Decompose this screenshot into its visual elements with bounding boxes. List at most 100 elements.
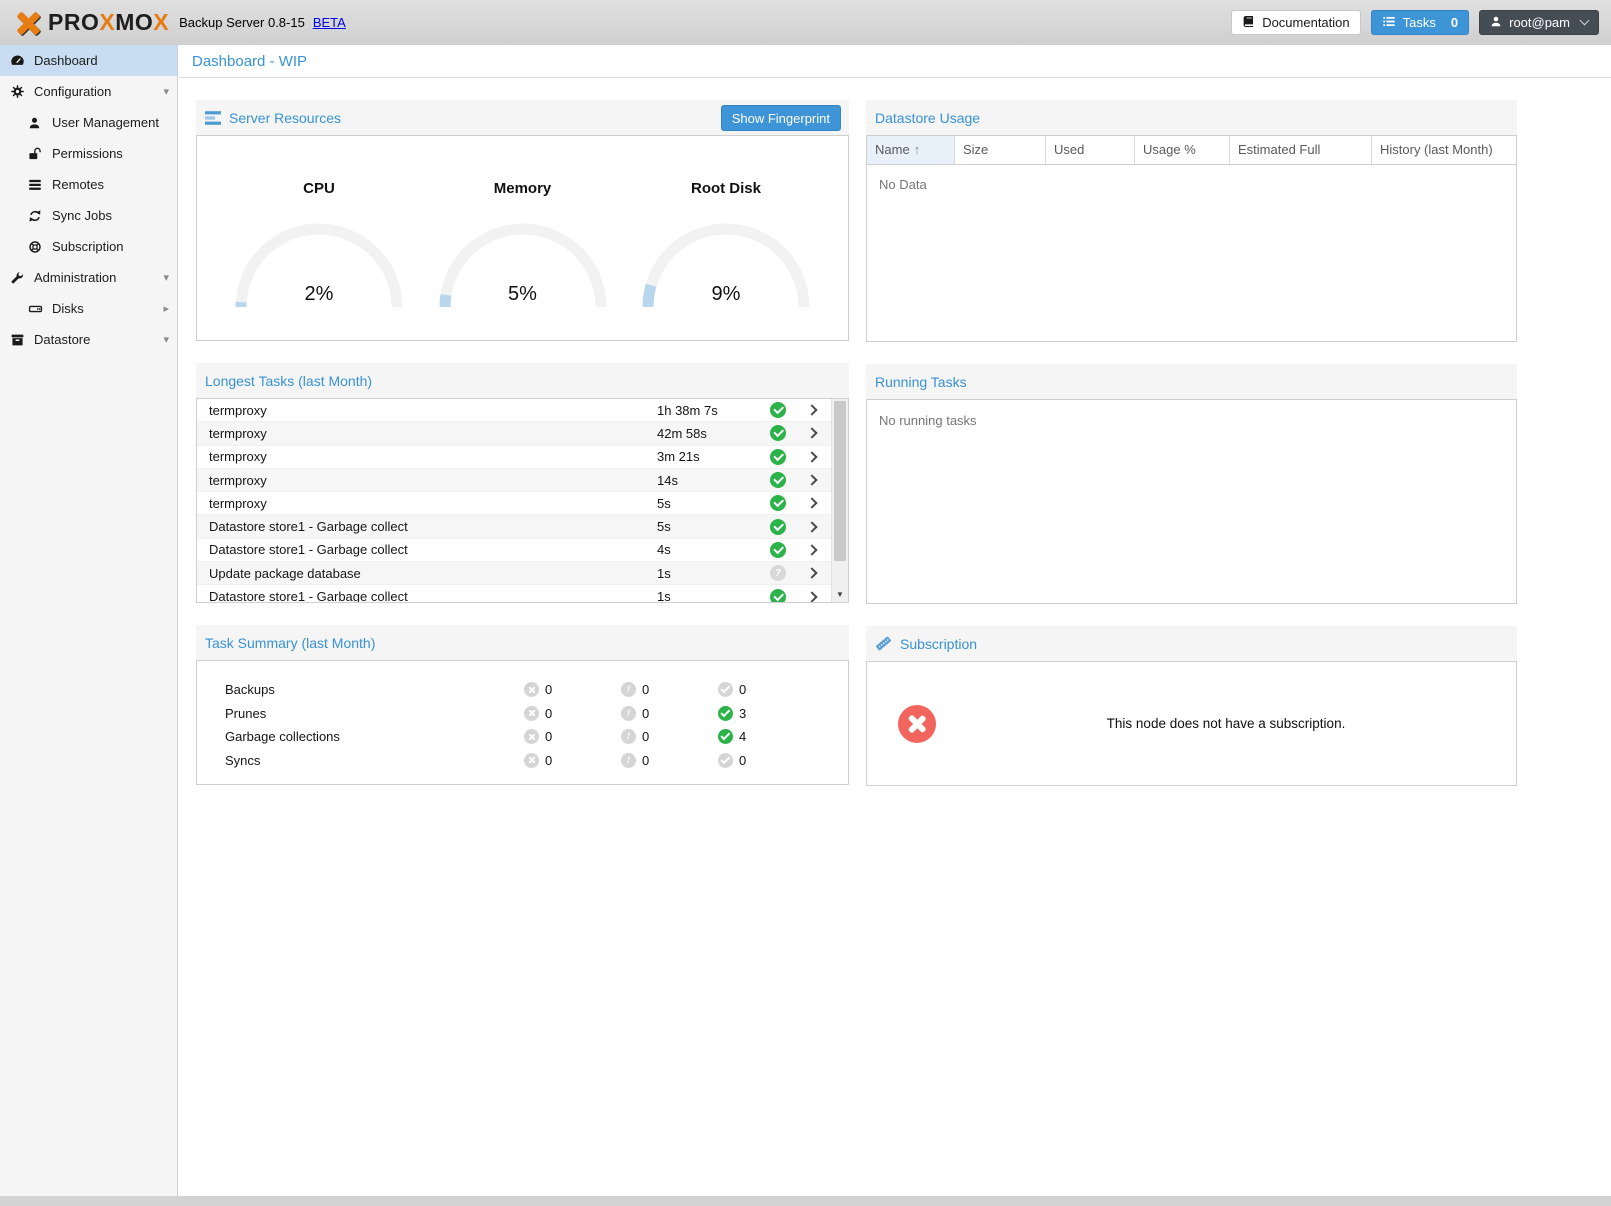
error-count: 0 <box>545 729 552 744</box>
wrench-icon <box>10 270 27 286</box>
user-icon <box>1490 15 1502 31</box>
column-header-history[interactable]: History (last Month) <box>1372 136 1516 164</box>
task-duration: 4s <box>657 542 763 557</box>
task-name: Datastore store1 - Garbage collect <box>209 589 657 603</box>
summary-row: Garbage collections 0 !0 4 <box>197 725 848 749</box>
proxmox-x-mark-icon <box>12 9 42 37</box>
warning-count: 0 <box>642 753 649 768</box>
task-duration: 14s <box>657 473 763 488</box>
tasks-count-badge: 0 <box>1451 15 1458 30</box>
summary-row: Backups 0 !0 0 <box>197 678 848 702</box>
ok-count: 0 <box>739 753 746 768</box>
server-resources-panel: Server Resources Show Fingerprint CPU <box>196 100 849 341</box>
warning-count: 0 <box>642 682 649 697</box>
panel-title: Task Summary (last Month) <box>205 635 375 651</box>
task-row[interactable]: Datastore store1 - Garbage collect 5s <box>197 515 848 538</box>
sidebar-item-remotes[interactable]: Remotes <box>0 169 177 200</box>
chevron-right-icon[interactable] <box>806 521 817 532</box>
panel-title: Running Tasks <box>875 374 967 390</box>
chevron-right-icon[interactable] <box>806 451 817 462</box>
documentation-button[interactable]: Documentation <box>1231 10 1360 35</box>
chevron-right-icon[interactable] <box>806 544 817 555</box>
sidebar-item-sync-jobs[interactable]: Sync Jobs <box>0 200 177 231</box>
expand-arrow-icon: ▾ <box>163 85 169 98</box>
longest-tasks-panel: Longest Tasks (last Month) termproxy 1h … <box>196 363 849 603</box>
status-ok-icon <box>770 449 786 465</box>
chevron-right-icon[interactable] <box>806 474 817 485</box>
user-icon <box>28 115 45 131</box>
scrollbar-thumb[interactable] <box>834 401 846 561</box>
gauge-root-disk: Root Disk 9% <box>626 180 826 340</box>
dashboard-content: Server Resources Show Fingerprint CPU <box>179 78 1611 786</box>
sidebar-item-subscription[interactable]: Subscription <box>0 231 177 262</box>
status-ok-icon <box>770 425 786 441</box>
product-title: Backup Server 0.8-15 <box>179 15 305 30</box>
warning-count: 0 <box>642 706 649 721</box>
sidebar-item-administration[interactable]: Administration ▾ <box>0 262 177 293</box>
vertical-scrollbar[interactable]: ▼ <box>831 399 848 602</box>
tachometer-icon <box>10 53 27 69</box>
summary-row-label: Garbage collections <box>225 729 524 744</box>
task-duration: 1s <box>657 566 763 581</box>
refresh-icon <box>28 208 45 224</box>
sidebar-item-dashboard[interactable]: Dashboard <box>0 45 177 76</box>
chevron-right-icon[interactable] <box>806 591 817 602</box>
chevron-down-icon <box>1580 16 1590 26</box>
task-name: termproxy <box>209 473 657 488</box>
error-count: 0 <box>545 753 552 768</box>
task-name: termproxy <box>209 496 657 511</box>
table-header-row: Name↑ Size Used Usage % Estimated Full H… <box>867 136 1516 165</box>
show-fingerprint-button[interactable]: Show Fingerprint <box>721 105 841 131</box>
chevron-right-icon[interactable] <box>806 428 817 439</box>
status-ok-icon <box>770 472 786 488</box>
panel-title: Subscription <box>900 636 977 652</box>
column-header-usage-pct[interactable]: Usage % <box>1135 136 1230 164</box>
gauge-value: 9% <box>638 283 814 306</box>
task-row[interactable]: Update package database 1s ? <box>197 562 848 585</box>
ok-count: 4 <box>739 729 746 744</box>
expand-arrow-icon: ▾ <box>163 333 169 346</box>
error-icon <box>524 753 539 768</box>
no-subscription-icon <box>898 705 936 743</box>
error-count: 0 <box>545 706 552 721</box>
task-duration: 3m 21s <box>657 449 763 464</box>
scrollbar-down-button[interactable]: ▼ <box>832 587 848 602</box>
sidebar-item-configuration[interactable]: Configuration ▾ <box>0 76 177 107</box>
column-header-estimated-full[interactable]: Estimated Full <box>1230 136 1372 164</box>
beta-link[interactable]: BETA <box>313 15 346 30</box>
summary-row-label: Syncs <box>225 753 524 768</box>
gauge-value: 5% <box>435 283 611 306</box>
column-header-size[interactable]: Size <box>955 136 1046 164</box>
chevron-right-icon[interactable] <box>806 568 817 579</box>
error-icon <box>524 729 539 744</box>
sidebar: Dashboard Configuration ▾ User Managemen… <box>0 45 178 1196</box>
warning-count: 0 <box>642 729 649 744</box>
task-row[interactable]: termproxy 3m 21s <box>197 446 848 469</box>
running-tasks-panel: Running Tasks No running tasks <box>866 364 1517 604</box>
gauge-label: Root Disk <box>626 180 826 197</box>
sidebar-item-datastore[interactable]: Datastore ▾ <box>0 324 177 355</box>
page-title: Dashboard - WIP <box>179 45 1611 78</box>
ok-count: 0 <box>739 682 746 697</box>
task-row[interactable]: Datastore store1 - Garbage collect 4s <box>197 539 848 562</box>
summary-row-label: Prunes <box>225 706 524 721</box>
horizontal-scrollbar[interactable] <box>0 1196 1611 1206</box>
unlock-icon <box>28 146 45 162</box>
task-row[interactable]: termproxy 42m 58s <box>197 422 848 445</box>
task-row[interactable]: termproxy 14s <box>197 469 848 492</box>
task-row[interactable]: termproxy 5s <box>197 492 848 515</box>
chevron-right-icon[interactable] <box>806 404 817 415</box>
sidebar-item-disks[interactable]: Disks ▸ <box>0 293 177 324</box>
user-menu-button[interactable]: root@pam <box>1479 10 1599 35</box>
sidebar-item-permissions[interactable]: Permissions <box>0 138 177 169</box>
task-duration: 5s <box>657 496 763 511</box>
status-unknown-icon: ? <box>770 565 786 581</box>
task-row[interactable]: termproxy 1h 38m 7s <box>197 399 848 422</box>
column-header-name[interactable]: Name↑ <box>867 136 955 164</box>
column-header-used[interactable]: Used <box>1046 136 1135 164</box>
tasks-button[interactable]: Tasks 0 <box>1371 10 1469 35</box>
task-row[interactable]: Datastore store1 - Garbage collect 1s <box>197 585 848 603</box>
status-ok-icon <box>770 542 786 558</box>
chevron-right-icon[interactable] <box>806 498 817 509</box>
sidebar-item-user-management[interactable]: User Management <box>0 107 177 138</box>
